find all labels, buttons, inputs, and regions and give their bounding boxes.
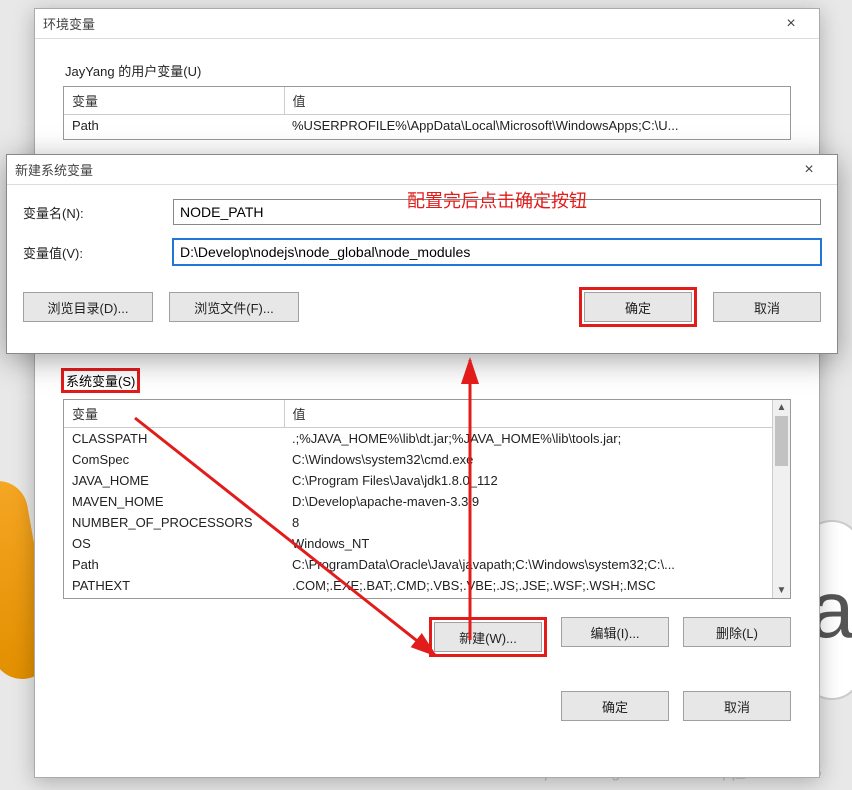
new-sys-var-dialog: 新建系统变量 × 配置完后点击确定按钮 变量名(N): 变量值(V): 浏览目录…: [6, 154, 838, 354]
table-row[interactable]: NUMBER_OF_PROCESSORS8: [64, 512, 772, 533]
scroll-down-icon[interactable]: ▼: [773, 585, 790, 596]
table-row[interactable]: CLASSPATH.;%JAVA_HOME%\lib\dt.jar;%JAVA_…: [64, 428, 772, 450]
var-name-label: 变量名(N):: [23, 203, 173, 222]
delete-button[interactable]: 删除(L): [683, 617, 791, 647]
browse-file-button[interactable]: 浏览文件(F)...: [169, 292, 299, 322]
user-vars-label: JayYang 的用户变量(U): [65, 61, 819, 80]
scrollbar[interactable]: ▲ ▼: [772, 400, 790, 598]
new-title: 新建系统变量: [15, 160, 789, 179]
cancel-button[interactable]: 取消: [713, 292, 821, 322]
env-titlebar: 环境变量 ×: [35, 9, 819, 39]
cancel-button[interactable]: 取消: [683, 691, 791, 721]
table-row[interactable]: ComSpecC:\Windows\system32\cmd.exe: [64, 449, 772, 470]
new-titlebar: 新建系统变量 ×: [7, 155, 837, 185]
annotation-tip: 配置完后点击确定按钮: [407, 187, 587, 213]
env-vars-dialog: 环境变量 × JayYang 的用户变量(U) 变量 值 Path %USERP…: [34, 8, 820, 778]
scroll-up-icon[interactable]: ▲: [773, 402, 790, 413]
ok-button[interactable]: 确定: [561, 691, 669, 721]
col-val[interactable]: 值: [284, 400, 772, 428]
var-value-input[interactable]: [173, 239, 821, 265]
table-row[interactable]: PATHEXT.COM;.EXE;.BAT;.CMD;.VBS;.VBE;.JS…: [64, 575, 772, 596]
sys-vars-label: 系统变量(S): [63, 370, 138, 391]
table-row[interactable]: Path %USERPROFILE%\AppData\Local\Microso…: [64, 115, 790, 137]
close-icon[interactable]: ×: [771, 15, 811, 33]
col-val[interactable]: 值: [284, 87, 790, 115]
table-row[interactable]: MAVEN_HOMED:\Develop\apache-maven-3.3.9: [64, 491, 772, 512]
new-button[interactable]: 新建(W)...: [434, 622, 542, 652]
var-value-label: 变量值(V):: [23, 243, 173, 262]
env-title: 环境变量: [43, 14, 771, 33]
user-vars-table[interactable]: 变量 值 Path %USERPROFILE%\AppData\Local\Mi…: [63, 86, 791, 140]
table-row[interactable]: PathC:\ProgramData\Oracle\Java\javapath;…: [64, 554, 772, 575]
col-var[interactable]: 变量: [64, 87, 284, 115]
edit-button[interactable]: 编辑(I)...: [561, 617, 669, 647]
col-var[interactable]: 变量: [64, 400, 284, 428]
table-row[interactable]: JAVA_HOMEC:\Program Files\Java\jdk1.8.0_…: [64, 470, 772, 491]
sys-vars-table[interactable]: 变量 值 CLASSPATH.;%JAVA_HOME%\lib\dt.jar;%…: [63, 399, 791, 599]
scroll-thumb[interactable]: [775, 416, 788, 466]
browse-dir-button[interactable]: 浏览目录(D)...: [23, 292, 153, 322]
table-row[interactable]: OSWindows_NT: [64, 533, 772, 554]
highlight-ok: 确定: [579, 287, 697, 327]
ok-button[interactable]: 确定: [584, 292, 692, 322]
close-icon[interactable]: ×: [789, 161, 829, 179]
highlight-new: 新建(W)...: [429, 617, 547, 657]
